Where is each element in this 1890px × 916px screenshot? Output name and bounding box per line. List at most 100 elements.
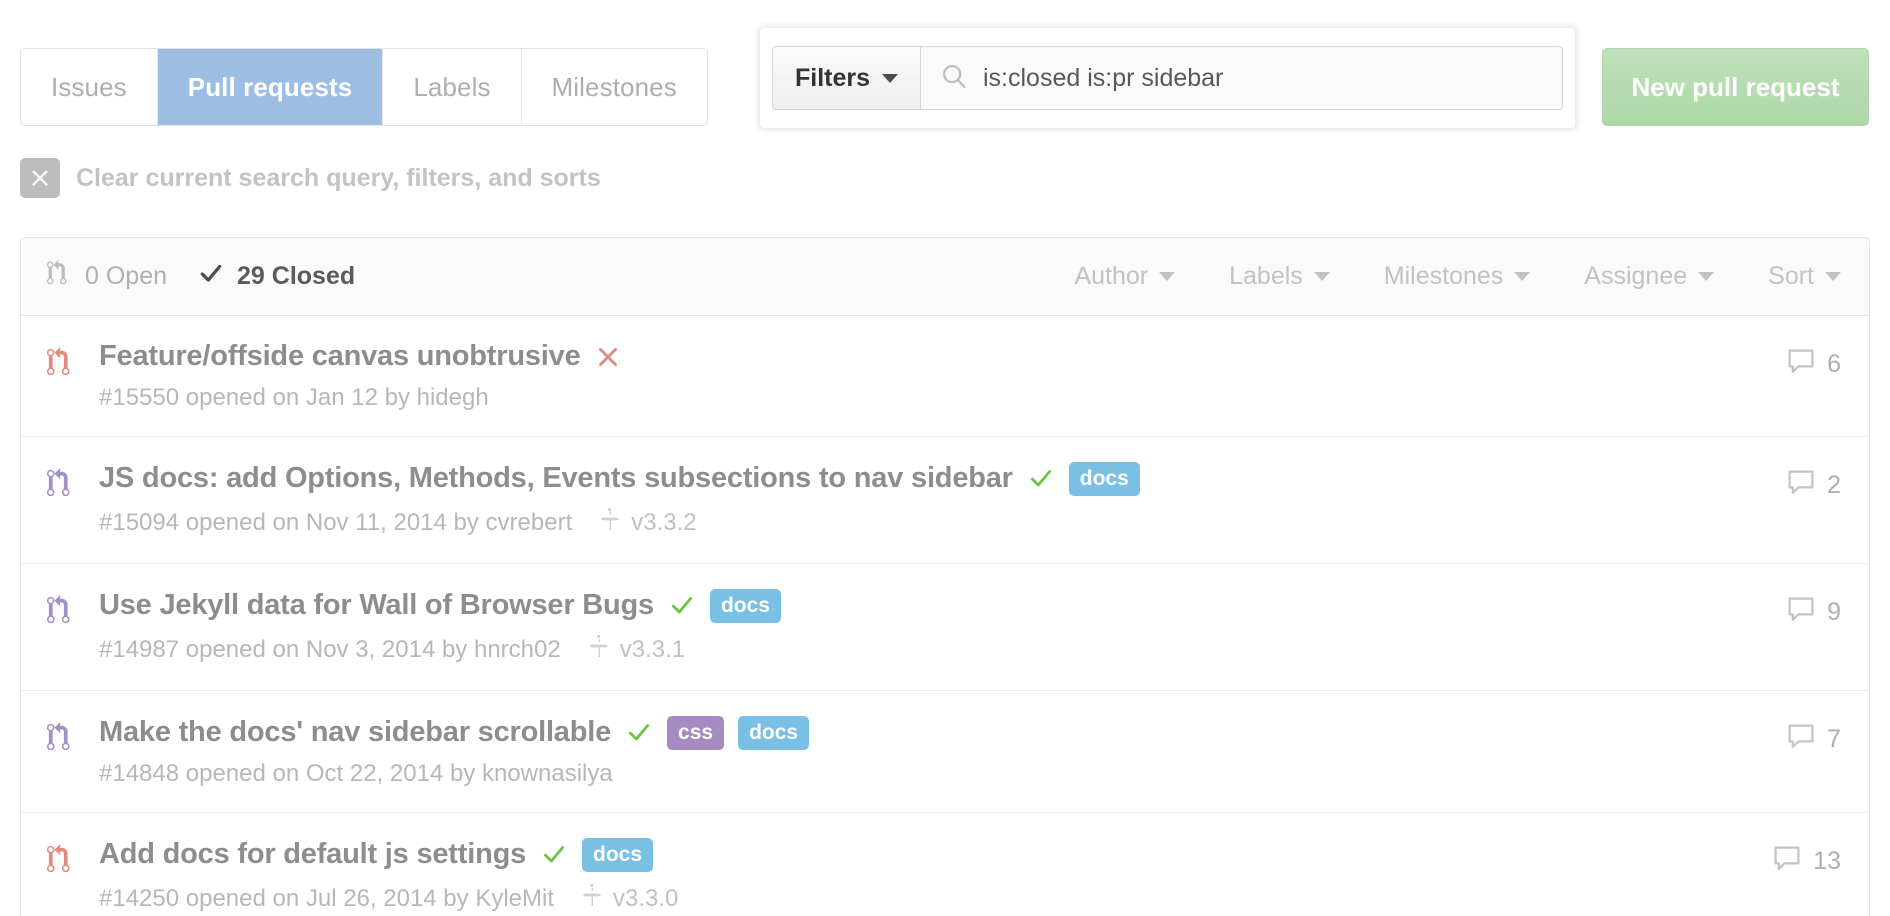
comment-count-link[interactable]: 7 [1786,715,1841,756]
git-pull-request-icon [47,259,73,294]
closed-count-filter[interactable]: 29 Closed [197,260,355,293]
sort-filter-dropdown[interactable]: Sort [1768,262,1841,291]
label-chip[interactable]: docs [582,838,654,872]
search-input-wrapper[interactable]: is:closed is:pr sidebar [920,46,1563,110]
row-meta-text: #15094 opened on Nov 11, 2014 by cvreber… [99,508,573,536]
comment-count-link[interactable]: 2 [1786,461,1841,502]
comment-icon [1786,348,1816,381]
row-meta-text: #15550 opened on Jan 12 by hidegh [99,384,489,411]
search-input[interactable]: is:closed is:pr sidebar [983,64,1223,93]
top-toolbar: Issues Pull requests Labels Milestones F… [0,0,1890,150]
row-title-line: Use Jekyll data for Wall of Browser Bugs… [99,588,1762,623]
row-title-line: Add docs for default js settings docs [99,837,1748,872]
comment-icon [1786,596,1816,629]
clear-search-label: Clear current search query, filters, and… [76,163,601,192]
milestones-filter-dropdown[interactable]: Milestones [1384,262,1531,291]
milestone-link[interactable]: v3.3.2 [600,506,697,539]
row-content: Feature/offside canvas unobtrusive #15550… [91,340,1762,412]
row-title-line: JS docs: add Options, Methods, Events su… [99,461,1762,496]
sort-filter-label: Sort [1768,262,1814,290]
chevron-down-icon [1825,272,1841,281]
tab-labels-label: Labels [413,71,491,102]
pull-request-title-link[interactable]: Add docs for default js settings [99,838,526,871]
row-meta: #14250 opened on Jul 26, 2014 by KyleMit… [99,882,1748,915]
nav-tab-group: Issues Pull requests Labels Milestones [20,48,708,126]
milestone-link[interactable]: v3.3.1 [589,633,685,666]
pull-request-title-link[interactable]: JS docs: add Options, Methods, Events su… [99,462,1013,495]
x-icon [595,344,621,370]
pull-request-list: 0 Open 29 Closed Author Labels Milestone… [20,237,1870,916]
chevron-down-icon [1159,272,1176,281]
table-row[interactable]: Feature/offside canvas unobtrusive #15550… [21,316,1869,437]
labels-filter-dropdown[interactable]: Labels [1229,262,1330,291]
row-title-line: Make the docs' nav sidebar scrollable css… [99,715,1762,750]
comment-count-link[interactable]: 13 [1772,837,1841,878]
milestones-filter-label: Milestones [1383,262,1504,290]
label-chip[interactable]: css [667,716,725,750]
open-count-filter[interactable]: 0 Open [47,259,167,294]
table-row[interactable]: Make the docs' nav sidebar scrollable css… [21,691,1869,813]
pull-request-title-link[interactable]: Make the docs' nav sidebar scrollable [99,716,611,749]
search-container: Filters is:closed is:pr sidebar [760,28,1575,128]
milestone-label: v3.3.0 [613,884,679,912]
author-filter-label: Author [1074,262,1149,290]
comment-count-link[interactable]: 6 [1786,340,1841,381]
comment-count-value: 7 [1827,725,1841,753]
milestone-label: v3.3.1 [619,635,686,663]
milestone-icon [589,633,611,666]
pull-requests-page: Issues Pull requests Labels Milestones F… [0,0,1890,916]
row-meta-text: #14848 opened on Oct 22, 2014 by knownas… [99,760,613,787]
label-chip[interactable]: docs [709,589,781,623]
table-row[interactable]: JS docs: add Options, Methods, Events su… [21,437,1869,564]
git-pull-request-icon [47,340,91,383]
assignee-filter-dropdown[interactable]: Assignee [1584,262,1715,291]
clear-search-link[interactable]: Clear current search query, filters, and… [20,158,601,198]
comment-count-value: 9 [1827,598,1841,626]
git-pull-request-icon [47,837,91,880]
row-meta: #14848 opened on Oct 22, 2014 by knownas… [99,760,1762,788]
pull-request-title-link[interactable]: Use Jekyll data for Wall of Browser Bugs [99,589,654,622]
git-pull-request-icon [47,588,91,631]
label-chip[interactable]: docs [1068,462,1140,496]
filters-dropdown-button[interactable]: Filters [772,46,920,110]
comment-icon [1786,723,1816,756]
chevron-down-icon [1698,272,1715,281]
assignee-filter-label: Assignee [1584,262,1688,290]
row-meta: #15094 opened on Nov 11, 2014 by cvreber… [99,506,1762,539]
row-meta-text: #14987 opened on Nov 3, 2014 by hnrch02 [99,635,561,663]
milestone-icon [582,882,604,915]
row-content: JS docs: add Options, Methods, Events su… [91,461,1762,539]
comment-icon [1772,845,1802,878]
label-chip[interactable]: docs [738,716,810,750]
tab-pull-requests[interactable]: Pull requests [157,49,384,125]
table-row[interactable]: Use Jekyll data for Wall of Browser Bugs… [21,564,1869,691]
comment-count-value: 2 [1827,471,1841,499]
closed-count-label: 29 Closed [237,262,356,290]
milestone-link[interactable]: v3.3.0 [582,882,678,915]
comment-count-value: 13 [1813,847,1841,875]
tab-issues-label: Issues [51,71,127,102]
list-header-filters: Author Labels Milestones Assignee Sort [1074,262,1841,291]
pull-request-title-link[interactable]: Feature/offside canvas unobtrusive [99,340,581,373]
tab-issues[interactable]: Issues [21,49,158,125]
author-filter-dropdown[interactable]: Author [1074,262,1176,291]
tab-milestones[interactable]: Milestones [521,49,707,125]
git-pull-request-icon [47,715,91,758]
open-count-label: 0 Open [85,262,168,290]
new-pull-request-button[interactable]: New pull request [1602,48,1869,126]
table-row[interactable]: Add docs for default js settings docs #142… [21,813,1869,916]
list-header: 0 Open 29 Closed Author Labels Milestone… [21,238,1869,316]
tab-labels[interactable]: Labels [383,49,522,125]
search-icon [939,61,969,96]
check-icon [197,260,225,293]
milestone-label: v3.3.2 [631,508,697,536]
row-meta: #14987 opened on Nov 3, 2014 by hnrch02 v… [99,633,1762,666]
pull-request-rows: Feature/offside canvas unobtrusive #15550… [21,316,1869,916]
check-icon [668,592,696,618]
check-icon [625,719,653,745]
comment-count-link[interactable]: 9 [1786,588,1841,629]
row-content: Make the docs' nav sidebar scrollable css… [91,715,1762,788]
tab-milestones-label: Milestones [551,71,677,102]
row-content: Use Jekyll data for Wall of Browser Bugs… [91,588,1762,666]
row-meta: #15550 opened on Jan 12 by hidegh [99,384,1762,412]
